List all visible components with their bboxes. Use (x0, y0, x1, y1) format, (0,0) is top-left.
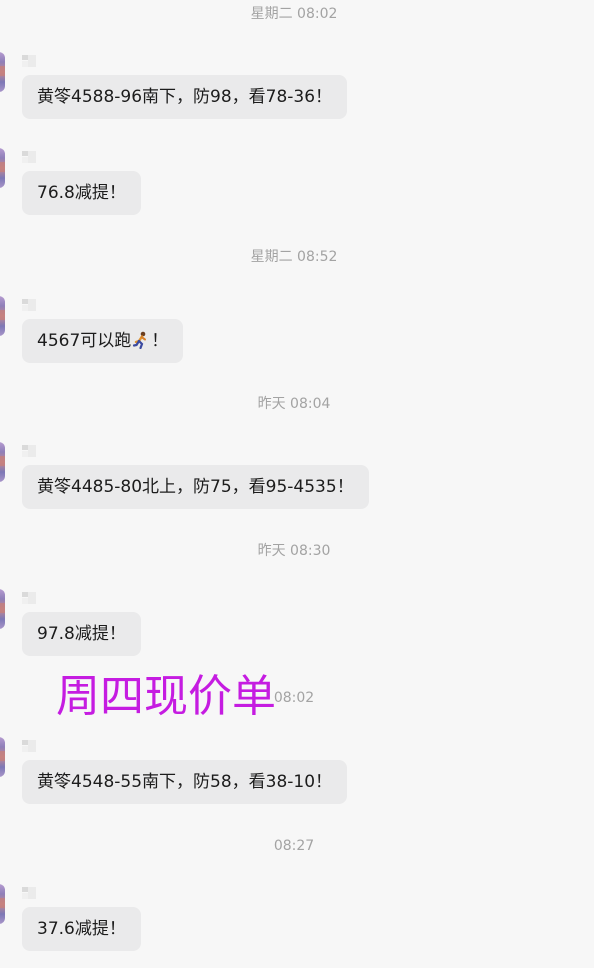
message-text: ！ (151, 331, 169, 351)
avatar[interactable] (0, 148, 5, 188)
message-bubble[interactable]: 黄笭4548-55南下，防58，看38-10！ (22, 760, 348, 804)
message-bubble[interactable]: 37.6减提！ (22, 907, 141, 951)
chat-message: 黄笭4485-80北上，防75，看95-4535！ (0, 442, 594, 522)
message-bubble[interactable]: 黄笭4485-80北上，防75，看95-4535！ (22, 465, 369, 509)
sender-name (22, 887, 36, 899)
avatar[interactable] (0, 296, 5, 336)
timestamp: 星期二 08:52 (250, 249, 338, 265)
sender-name (22, 55, 36, 67)
avatar[interactable] (0, 884, 5, 924)
timestamp: 昨天 08:30 (257, 543, 331, 559)
avatar[interactable] (0, 737, 5, 777)
timestamp: 昨天 08:04 (257, 396, 331, 412)
avatar[interactable] (0, 52, 5, 92)
message-bubble[interactable]: 黄笭4588-96南下，防98，看78-36！ (22, 75, 348, 119)
chat-message: 4567可以跑 ！ (0, 296, 594, 376)
chat-message: 黄笭4548-55南下，防58，看38-10！ (0, 737, 594, 817)
avatar[interactable] (0, 442, 5, 482)
avatar[interactable] (0, 589, 5, 629)
sender-name (22, 592, 36, 604)
sender-name (22, 445, 36, 457)
sender-name (22, 740, 36, 752)
timestamp: 星期二 08:02 (250, 6, 338, 22)
timestamp: 08:27 (273, 838, 315, 854)
chat-message: 97.8减提！ (0, 589, 594, 669)
chat-history: 星期二 08:02 黄笭4588-96南下，防98，看78-36！ 76.8减提… (0, 0, 594, 968)
overlay-caption: 周四现价单 (56, 671, 276, 722)
message-text: 4567可以跑 (37, 331, 132, 351)
message-bubble[interactable]: 4567可以跑 ！ (22, 319, 184, 363)
chat-message: 37.6减提！ (0, 884, 594, 964)
chat-message: 76.8减提！ (0, 148, 594, 228)
sender-name (22, 151, 36, 163)
sender-name (22, 299, 36, 311)
message-bubble[interactable]: 76.8减提！ (22, 171, 141, 215)
chat-message: 黄笭4588-96南下，防98，看78-36！ (0, 52, 594, 132)
running-person-icon (133, 331, 147, 349)
message-bubble[interactable]: 97.8减提！ (22, 612, 141, 656)
